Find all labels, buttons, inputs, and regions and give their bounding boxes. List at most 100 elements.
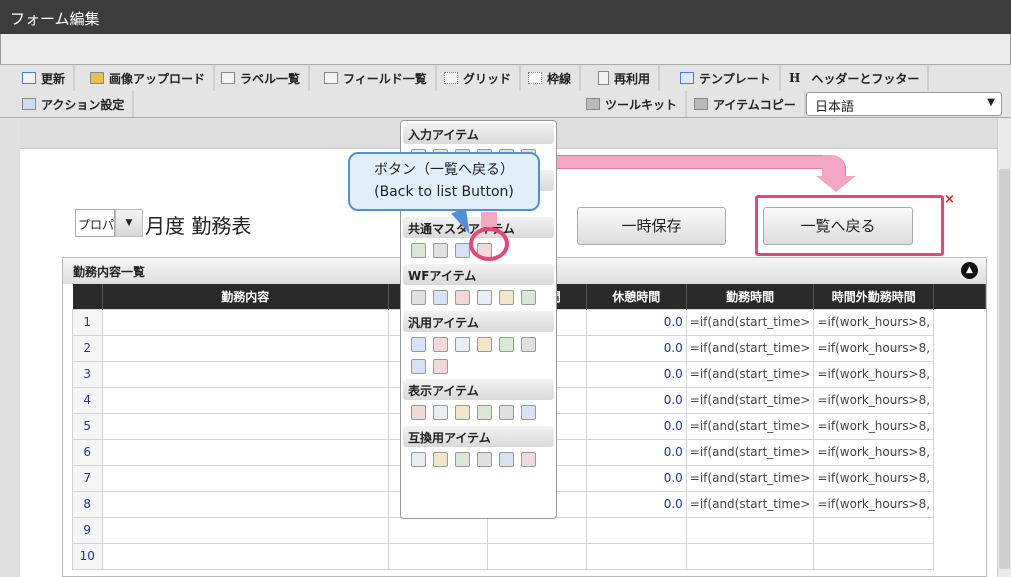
month-select[interactable]: プロパ: [75, 209, 115, 237]
table-cell[interactable]: 0.0: [585, 490, 687, 518]
table-cell[interactable]: [101, 412, 389, 440]
table-cell[interactable]: [101, 360, 389, 388]
palette-item-icon[interactable]: [477, 290, 492, 305]
image-upload-button[interactable]: 画像アップロード: [82, 65, 216, 91]
table-cell[interactable]: [486, 542, 587, 570]
palette-item-icon[interactable]: [433, 337, 448, 352]
palette-item-icon[interactable]: [433, 405, 448, 420]
palette-item-icon[interactable]: [411, 405, 426, 420]
table-cell-spacer: [934, 361, 986, 387]
column-header: 勤務時間: [686, 284, 815, 309]
table-cell[interactable]: [685, 516, 815, 544]
table-cell[interactable]: =if(and(start_time>: [685, 490, 815, 518]
callout-line2: (Back to list Button): [374, 184, 514, 200]
refresh-button[interactable]: 更新: [14, 65, 76, 91]
palette-item-icon[interactable]: [455, 337, 470, 352]
table-cell[interactable]: [585, 542, 687, 570]
palette-item-icon[interactable]: [521, 405, 536, 420]
table-cell[interactable]: =if(work_hours>8,: [813, 438, 935, 466]
table-cell[interactable]: [101, 438, 389, 466]
table-cell[interactable]: 0.0: [585, 360, 687, 388]
table-cell[interactable]: 0.0: [585, 308, 687, 336]
table-cell[interactable]: =if(work_hours>8,: [813, 490, 935, 518]
palette-item-icon[interactable]: [499, 337, 514, 352]
table-cell[interactable]: =if(work_hours>8,: [813, 386, 935, 414]
palette-item-icon[interactable]: [521, 290, 536, 305]
template-icon: [680, 72, 694, 84]
palette-item-icon[interactable]: [411, 337, 426, 352]
palette-item-icon[interactable]: [455, 405, 470, 420]
palette-item-icon[interactable]: [521, 452, 536, 467]
table-cell[interactable]: [813, 542, 935, 570]
palette-item-icon[interactable]: [499, 452, 514, 467]
palette-item-icon[interactable]: [477, 337, 492, 352]
table-cell[interactable]: [101, 516, 389, 544]
save-temp-button[interactable]: 一時保存: [577, 207, 726, 245]
palette-item-icon[interactable]: [433, 359, 448, 374]
table-cell[interactable]: [101, 308, 389, 336]
scrollbar-thumb[interactable]: [999, 169, 1010, 569]
action-settings-button[interactable]: アクション設定: [14, 91, 135, 117]
palette-item-icon[interactable]: [455, 243, 470, 258]
palette-item-icon[interactable]: [499, 405, 514, 420]
row-number: 6: [72, 438, 103, 466]
table-cell[interactable]: [685, 542, 815, 570]
table-cell[interactable]: =if(and(start_time>: [685, 360, 815, 388]
table-cell[interactable]: [101, 490, 389, 518]
vertical-scrollbar[interactable]: [997, 119, 1011, 577]
language-select[interactable]: 日本語 ▼: [806, 92, 1002, 116]
table-cell[interactable]: 0.0: [585, 464, 687, 492]
palette-item-icon[interactable]: [455, 452, 470, 467]
table-cell[interactable]: [387, 516, 488, 544]
table-cell[interactable]: =if(and(start_time>: [685, 412, 815, 440]
field-list-button[interactable]: フィールド一覧: [316, 65, 437, 91]
toolkit-button[interactable]: ツールキット: [578, 91, 688, 117]
palette-item-icon[interactable]: [455, 290, 470, 305]
palette-item-icon[interactable]: [433, 290, 448, 305]
palette-item-icon[interactable]: [433, 452, 448, 467]
table-cell[interactable]: [101, 386, 389, 414]
table-cell[interactable]: =if(work_hours>8,: [813, 464, 935, 492]
palette-item-icon[interactable]: [477, 452, 492, 467]
table-cell[interactable]: [813, 516, 935, 544]
palette-item-icon[interactable]: [499, 290, 514, 305]
palette-item-icon[interactable]: [411, 243, 426, 258]
table-cell[interactable]: =if(work_hours>8,: [813, 308, 935, 336]
month-dropdown-button[interactable]: ▼: [115, 209, 143, 237]
table-cell[interactable]: [101, 542, 389, 570]
table-cell[interactable]: [387, 542, 488, 570]
table-cell[interactable]: =if(and(start_time>: [685, 464, 815, 492]
header-footer-button[interactable]: H ヘッダーとフッター: [781, 65, 930, 91]
border-button[interactable]: 枠線: [520, 65, 582, 91]
table-cell[interactable]: [101, 464, 389, 492]
table-cell[interactable]: 0.0: [585, 412, 687, 440]
palette-item-icon[interactable]: [433, 243, 448, 258]
table-cell[interactable]: =if(and(start_time>: [685, 334, 815, 362]
table-cell[interactable]: 0.0: [585, 438, 687, 466]
item-copy-button[interactable]: アイテムコピー: [686, 91, 806, 117]
table-cell[interactable]: =if(work_hours>8,: [813, 412, 935, 440]
palette-item-icon[interactable]: [411, 290, 426, 305]
table-cell[interactable]: [101, 334, 389, 362]
grid-button[interactable]: グリッド: [436, 65, 522, 91]
table-cell[interactable]: [585, 516, 687, 544]
label: グリッド: [463, 71, 512, 86]
template-button[interactable]: テンプレート: [672, 65, 781, 91]
table-cell[interactable]: [486, 516, 587, 544]
table-cell[interactable]: 0.0: [585, 334, 687, 362]
table-cell[interactable]: =if(and(start_time>: [685, 386, 815, 414]
table-cell[interactable]: =if(and(start_time>: [685, 438, 815, 466]
table-cell[interactable]: =if(work_hours>8,: [813, 360, 935, 388]
table-cell[interactable]: 0.0: [585, 386, 687, 414]
table-cell[interactable]: =if(work_hours>8,: [813, 334, 935, 362]
highlight-box: [755, 195, 944, 256]
palette-item-icon[interactable]: [521, 337, 536, 352]
collapse-icon[interactable]: ▲: [961, 262, 978, 279]
palette-item-icon[interactable]: [477, 405, 492, 420]
palette-item-icon[interactable]: [411, 452, 426, 467]
reuse-button[interactable]: 再利用: [590, 65, 661, 91]
close-icon[interactable]: ×: [944, 192, 955, 207]
table-cell[interactable]: =if(and(start_time>: [685, 308, 815, 336]
label-list-button[interactable]: ラベル一覧: [213, 65, 311, 91]
palette-item-icon[interactable]: [411, 359, 426, 374]
